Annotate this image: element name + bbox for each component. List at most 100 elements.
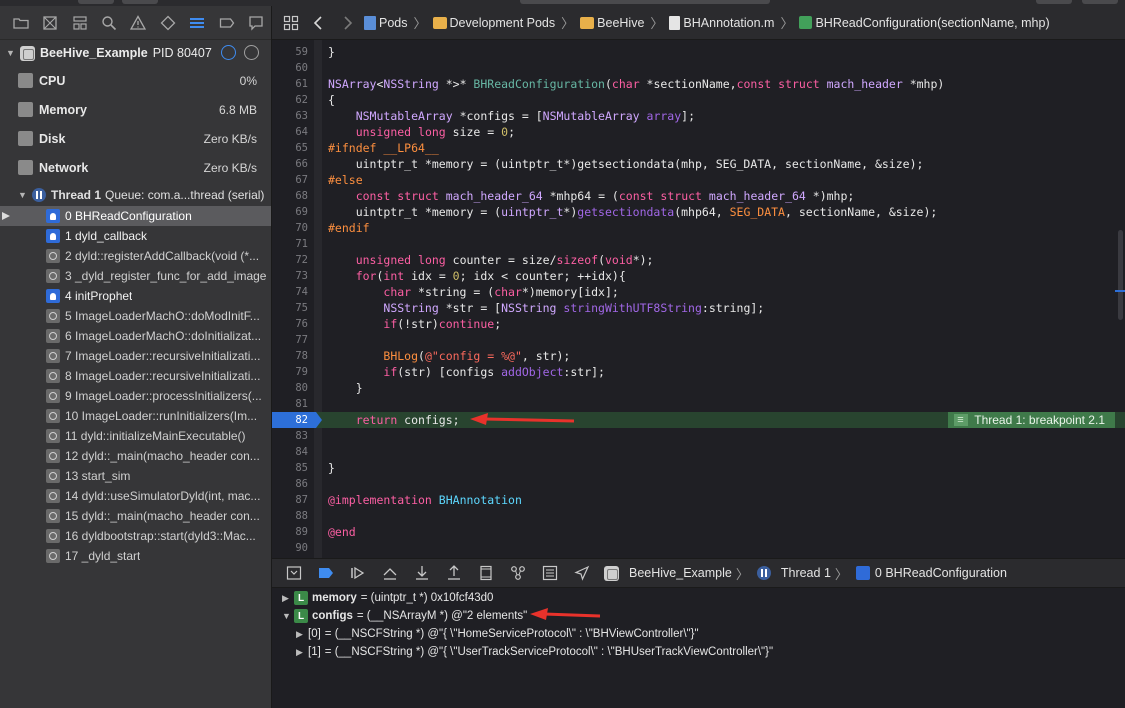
stack-frame[interactable]: 3 _dyld_register_func_for_add_image xyxy=(0,266,271,286)
editor-scrollbar[interactable] xyxy=(1115,40,1125,558)
debug-breadcrumb-thread[interactable]: Thread 1 xyxy=(756,566,831,580)
test-navigator-button[interactable] xyxy=(153,9,182,37)
continue-button[interactable] xyxy=(344,562,372,584)
debug-view-hierarchy-button[interactable] xyxy=(472,562,500,584)
simulate-location-button[interactable] xyxy=(568,562,596,584)
stack-frame[interactable]: 4 initProphet xyxy=(0,286,271,306)
code-line[interactable]: 68 const struct mach_header_64 *mhp64 = … xyxy=(272,188,1125,204)
code-line[interactable]: 60 xyxy=(272,60,1125,76)
code-line[interactable]: 88 xyxy=(272,508,1125,524)
stack-frame[interactable]: 5 ImageLoaderMachO::doModInitF... xyxy=(0,306,271,326)
breakpoints-toggle-button[interactable] xyxy=(312,562,340,584)
variable-row[interactable]: ▶ [0] = (__NSCFString *) @"{ \"HomeService… xyxy=(272,625,1125,643)
code-line[interactable]: 59} xyxy=(272,44,1125,60)
code-line[interactable]: 64 unsigned long size = 0; xyxy=(272,124,1125,140)
code-line[interactable]: 71 xyxy=(272,236,1125,252)
code-line[interactable]: 79 if(str) [configs addObject:str]; xyxy=(272,364,1125,380)
thread-row[interactable]: ▼ Thread 1 Queue: com.a...thread (serial… xyxy=(0,184,271,206)
stack-frame[interactable]: 9 ImageLoader::processInitializers(... xyxy=(0,386,271,406)
stack-frame[interactable]: 15 dyld::_main(macho_header con... xyxy=(0,506,271,526)
stack-frame[interactable]: 2 dyld::registerAddCallback(void (*... xyxy=(0,246,271,266)
variable-row[interactable]: ▼ Lconfigs = (__NSArrayM *) @"2 elements" xyxy=(272,607,1125,625)
disclosure-collapsed-icon[interactable]: ▶ xyxy=(296,647,308,658)
process-row[interactable]: ▼ BeeHive_Example PID 80407 xyxy=(0,40,271,66)
disclosure-collapsed-icon[interactable]: ▶ xyxy=(296,629,308,640)
step-over-button[interactable] xyxy=(376,562,404,584)
forward-button[interactable] xyxy=(336,9,358,37)
code-line[interactable]: 86 xyxy=(272,476,1125,492)
environment-overrides-button[interactable] xyxy=(536,562,564,584)
breakpoint-marker[interactable]: 82 xyxy=(272,412,322,428)
code-line[interactable]: 63 NSMutableArray *configs = [NSMutableA… xyxy=(272,108,1125,124)
gauge-cpu[interactable]: CPU 0% xyxy=(0,66,271,95)
debug-memory-graph-button[interactable] xyxy=(504,562,532,584)
code-line-breakpoint[interactable]: 82 Thread 1: breakpoint 2.1 return config… xyxy=(272,412,1125,428)
code-line[interactable]: 81 xyxy=(272,396,1125,412)
breadcrumb-beehive[interactable]: BeeHive xyxy=(580,16,644,30)
gauge-memory[interactable]: Memory 6.8 MB xyxy=(0,95,271,124)
breadcrumb-file[interactable]: BHAnnotation.m xyxy=(669,15,774,30)
source-editor[interactable]: 59} 60 61 NSArray<NSString *>* BHReadConfig… xyxy=(272,40,1125,558)
find-navigator-button[interactable] xyxy=(94,9,123,37)
code-line[interactable]: 84 xyxy=(272,444,1125,460)
title-strip-tab[interactable] xyxy=(1036,0,1072,4)
code-line[interactable]: 75 NSString *str = [NSString stringWithU… xyxy=(272,300,1125,316)
stack-frame[interactable]: 16 dyldbootstrap::start(dyld3::Mac... xyxy=(0,526,271,546)
stack-frame[interactable]: 0 BHReadConfiguration xyxy=(0,206,271,226)
stack-frame[interactable]: 7 ImageLoader::recursiveInitializati... xyxy=(0,346,271,366)
debug-navigator-button[interactable] xyxy=(183,9,212,37)
disclosure-triangle-icon[interactable]: ▼ xyxy=(6,48,20,58)
code-line[interactable]: 76 if(!str)continue; xyxy=(272,316,1125,332)
scrollbar-thumb[interactable] xyxy=(1118,230,1123,320)
title-strip-tab[interactable] xyxy=(1082,0,1118,4)
code-line[interactable]: 69 uintptr_t *memory = (uintptr_t*)getse… xyxy=(272,204,1125,220)
variable-row[interactable]: ▶ Lmemory = (uintptr_t *) 0x10fcf43d0 xyxy=(272,589,1125,607)
symbol-navigator-button[interactable] xyxy=(65,9,94,37)
related-items-button[interactable] xyxy=(280,9,302,37)
gauge-disk[interactable]: Disk Zero KB/s xyxy=(0,124,271,153)
stack-frame[interactable]: 17 _dyld_start xyxy=(0,546,271,566)
debug-breadcrumb-frame[interactable]: 0 BHReadConfiguration xyxy=(855,566,1007,580)
stack-frame[interactable]: 6 ImageLoaderMachO::doInitializat... xyxy=(0,326,271,346)
code-line[interactable]: 62 { xyxy=(272,92,1125,108)
code-line[interactable]: 85} xyxy=(272,460,1125,476)
stack-frame[interactable]: 13 start_sim xyxy=(0,466,271,486)
code-line[interactable]: 90 xyxy=(272,540,1125,556)
code-line[interactable]: 87 @implementation BHAnnotation xyxy=(272,492,1125,508)
disclosure-triangle-icon[interactable]: ▼ xyxy=(18,190,32,200)
breadcrumb-development-pods[interactable]: Development Pods xyxy=(432,16,555,30)
stack-frame[interactable]: 8 ImageLoader::recursiveInitializati... xyxy=(0,366,271,386)
issue-navigator-button[interactable] xyxy=(124,9,153,37)
breadcrumb-pods[interactable]: Pods xyxy=(364,15,408,30)
stack-frame[interactable]: 1 dyld_callback xyxy=(0,226,271,246)
code-line[interactable]: 61 NSArray<NSString *>* BHReadConfigurati… xyxy=(272,76,1125,92)
gauge-network[interactable]: Network Zero KB/s xyxy=(0,153,271,182)
report-navigator-button[interactable] xyxy=(242,9,271,37)
stack-frame[interactable]: 14 dyld::useSimulatorDyld(int, mac... xyxy=(0,486,271,506)
code-line[interactable]: 72 unsigned long counter = size/sizeof(v… xyxy=(272,252,1125,268)
variable-row[interactable]: ▶ [1] = (__NSCFString *) @"{ \"UserTrackSe… xyxy=(272,643,1125,661)
stack-frame[interactable]: 10 ImageLoader::runInitializers(Im... xyxy=(0,406,271,426)
code-line[interactable]: 80 } xyxy=(272,380,1125,396)
code-line[interactable]: 70 #endif xyxy=(272,220,1125,236)
debug-breadcrumb-process[interactable]: BeeHive_Example xyxy=(604,565,732,581)
breakpoint-navigator-button[interactable] xyxy=(212,9,241,37)
gauge-filter-icon[interactable] xyxy=(221,45,236,60)
stack-frame[interactable]: 11 dyld::initializeMainExecutable() xyxy=(0,426,271,446)
code-line[interactable]: 65 #ifndef __LP64__ xyxy=(272,140,1125,156)
title-strip-tab[interactable] xyxy=(78,0,114,4)
code-line[interactable]: 74 char *string = (char*)memory[idx]; xyxy=(272,284,1125,300)
code-line[interactable]: 67 #else xyxy=(272,172,1125,188)
title-strip-tab[interactable] xyxy=(122,0,158,4)
code-line[interactable]: 77 xyxy=(272,332,1125,348)
pause-state-icon[interactable] xyxy=(244,45,259,60)
source-control-navigator-button[interactable] xyxy=(35,9,64,37)
breadcrumb-function[interactable]: BHReadConfiguration(sectionName, mhp) xyxy=(799,16,1050,30)
code-line[interactable]: 78 BHLog(@"config = %@", str); xyxy=(272,348,1125,364)
disclosure-collapsed-icon[interactable]: ▶ xyxy=(282,593,294,604)
code-line[interactable]: 83 xyxy=(272,428,1125,444)
project-navigator-button[interactable] xyxy=(6,9,35,37)
breakpoint-annotation[interactable]: Thread 1: breakpoint 2.1 xyxy=(948,412,1115,428)
stack-frame[interactable]: 12 dyld::_main(macho_header con... xyxy=(0,446,271,466)
code-line[interactable]: 66 uintptr_t *memory = (uintptr_t*)getse… xyxy=(272,156,1125,172)
